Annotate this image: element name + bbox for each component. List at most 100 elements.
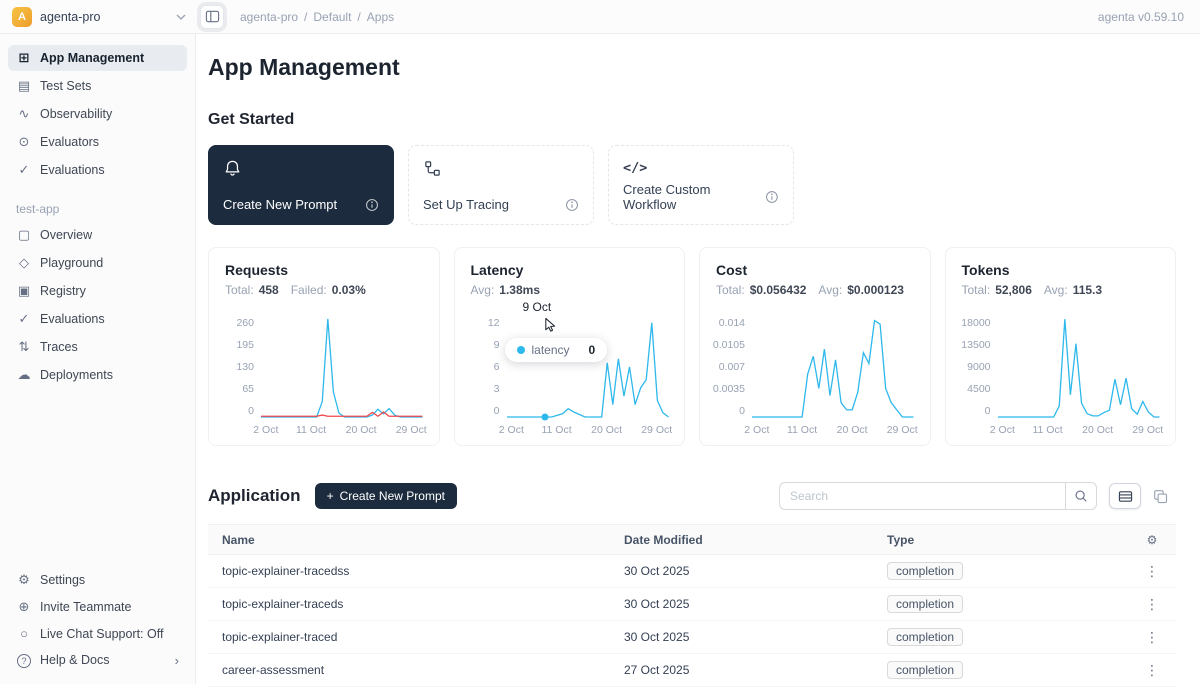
sidebar-item-label: Traces — [40, 340, 78, 354]
table-row[interactable]: topic-explainer-traced 30 Oct 2025 compl… — [208, 621, 1176, 654]
x-tick-label: 29 Oct — [1132, 424, 1163, 436]
chart-svg — [261, 317, 423, 417]
registry-icon: ▣ — [16, 283, 32, 299]
x-tick-label: 20 Oct — [346, 424, 377, 436]
breadcrumb-project[interactable]: Default — [313, 10, 351, 24]
workspace-avatar: A — [12, 7, 32, 27]
app-name: career-assessment — [208, 663, 610, 677]
sidebar-item-registry[interactable]: ▣ Registry — [8, 278, 187, 304]
table-header: Name Date Modified Type ⚙ — [208, 525, 1176, 555]
x-axis-labels: 2 Oct11 Oct20 Oct29 Oct — [261, 417, 423, 437]
type-badge: completion — [887, 562, 963, 580]
y-axis-labels: 129630 — [471, 317, 507, 417]
y-tick-label: 3 — [494, 383, 500, 395]
row-menu-icon[interactable]: ⋮ — [1128, 662, 1176, 679]
sidebar-item-settings[interactable]: ⚙ Settings — [8, 567, 187, 593]
y-tick-label: 4500 — [967, 383, 990, 395]
x-tick-label: 2 Oct — [253, 424, 278, 436]
stat-subtitle: Total:458 Failed:0.03% — [225, 283, 423, 297]
main-content: App Management Get Started Create New Pr… — [196, 34, 1200, 687]
y-tick-label: 9 — [494, 339, 500, 351]
chart-svg — [998, 317, 1160, 417]
search-box — [779, 482, 1097, 510]
tooltip-value: 0 — [577, 343, 596, 357]
sidebar-item-label: Help & Docs — [40, 653, 109, 667]
y-tick-label: 0 — [248, 405, 254, 417]
stat-title: Requests — [225, 262, 423, 278]
type-badge: completion — [887, 595, 963, 613]
table-tools — [779, 482, 1176, 510]
sidebar-item-playground[interactable]: ◇ Playground — [8, 250, 187, 276]
app-date-modified: 27 Oct 2025 — [610, 663, 873, 677]
sidebar-item-help-docs[interactable]: ? Help & Docs › — [8, 647, 187, 673]
row-menu-icon[interactable]: ⋮ — [1128, 629, 1176, 646]
sidebar: ⊞ App Management ▤ Test Sets ∿ Observabi… — [0, 34, 196, 684]
sidebar-toggle-button[interactable] — [200, 5, 224, 29]
y-tick-label: 0.014 — [719, 317, 745, 329]
observability-icon: ∿ — [16, 106, 32, 122]
x-tick-label: 29 Oct — [641, 424, 672, 436]
sidebar-item-traces[interactable]: ⇅ Traces — [8, 334, 187, 360]
sidebar-item-app-evaluations[interactable]: ✓ Evaluations — [8, 306, 187, 332]
sidebar-item-invite-teammate[interactable]: ⊕ Invite Teammate — [8, 594, 187, 620]
app-section-label: test-app — [16, 202, 179, 216]
table-row[interactable]: career-assessment 27 Oct 2025 completion… — [208, 654, 1176, 687]
traces-icon: ⇅ — [16, 339, 32, 355]
cost-series-line — [752, 321, 914, 417]
table-view-button[interactable] — [1109, 483, 1141, 509]
y-axis-labels: 260195130650 — [225, 317, 261, 417]
info-icon[interactable] — [365, 198, 379, 212]
sidebar-item-label: Overview — [40, 228, 92, 242]
create-custom-workflow-card[interactable]: </> Create Custom Workflow — [608, 145, 794, 225]
stat-card-latency: Latency Avg:1.38ms 129630 2 Oct11 Oct20 … — [454, 247, 686, 446]
evaluations-icon: ✓ — [16, 311, 32, 327]
sidebar-spacer — [0, 389, 195, 566]
app-version: agenta v0.59.10 — [1098, 10, 1200, 24]
table-settings-gear-icon[interactable]: ⚙ — [1128, 533, 1176, 547]
x-axis-labels: 2 Oct11 Oct20 Oct29 Oct — [752, 417, 914, 437]
sidebar-item-overview[interactable]: ▢ Overview — [8, 222, 187, 248]
sidebar-item-label: Playground — [40, 256, 103, 270]
chart-plot — [261, 317, 423, 417]
y-tick-label: 9000 — [967, 361, 990, 373]
set-up-tracing-card[interactable]: Set Up Tracing — [408, 145, 594, 225]
sidebar-item-evaluators[interactable]: ⊙ Evaluators — [8, 129, 187, 155]
row-menu-icon[interactable]: ⋮ — [1128, 596, 1176, 613]
chart-plot — [752, 317, 914, 417]
info-icon[interactable] — [765, 190, 779, 204]
sidebar-item-deployments[interactable]: ☁ Deployments — [8, 362, 187, 388]
column-header-type: Type — [873, 533, 1128, 547]
workspace-selector[interactable]: A agenta-pro — [0, 7, 196, 27]
create-new-prompt-card[interactable]: Create New Prompt — [208, 145, 394, 225]
sidebar-item-test-sets[interactable]: ▤ Test Sets — [8, 73, 187, 99]
sidebar-item-live-chat[interactable]: ○ Live Chat Support: Off — [8, 621, 187, 646]
y-axis-labels: 0.0140.01050.0070.00350 — [716, 317, 752, 417]
info-icon[interactable] — [565, 198, 579, 212]
search-input[interactable] — [779, 482, 1065, 510]
sidebar-item-evaluations[interactable]: ✓ Evaluations — [8, 157, 187, 183]
breadcrumb-workspace[interactable]: agenta-pro — [240, 10, 298, 24]
breadcrumb: agenta-pro / Default / Apps — [240, 10, 394, 24]
x-tick-label: 20 Oct — [837, 424, 868, 436]
stat-card-requests: Requests Total:458 Failed:0.03% 26019513… — [208, 247, 440, 446]
app-date-modified: 30 Oct 2025 — [610, 630, 873, 644]
create-new-prompt-button[interactable]: + Create New Prompt — [315, 483, 457, 509]
table-row[interactable]: topic-explainer-tracedss 30 Oct 2025 com… — [208, 555, 1176, 588]
row-menu-icon[interactable]: ⋮ — [1128, 563, 1176, 580]
requests-chart: 260195130650 2 Oct11 Oct20 Oct29 Oct — [225, 317, 423, 437]
card-label: Set Up Tracing — [423, 197, 509, 212]
test-sets-icon: ▤ — [16, 78, 32, 94]
search-button[interactable] — [1065, 482, 1097, 510]
breadcrumb-page[interactable]: Apps — [367, 10, 394, 24]
sidebar-item-app-management[interactable]: ⊞ App Management — [8, 45, 187, 71]
sidebar-item-label: App Management — [40, 51, 144, 65]
sidebar-item-observability[interactable]: ∿ Observability — [8, 101, 187, 127]
evaluators-icon: ⊙ — [16, 134, 32, 150]
stat-subtitle: Total:52,806 Avg:115.3 — [962, 283, 1160, 297]
plus-icon: + — [327, 489, 334, 503]
breadcrumb-separator: / — [357, 10, 360, 24]
tooltip-series-label: latency — [532, 343, 570, 357]
chevron-right-icon: › — [175, 653, 179, 668]
card-view-button[interactable] — [1144, 483, 1176, 509]
table-row[interactable]: topic-explainer-traceds 30 Oct 2025 comp… — [208, 588, 1176, 621]
